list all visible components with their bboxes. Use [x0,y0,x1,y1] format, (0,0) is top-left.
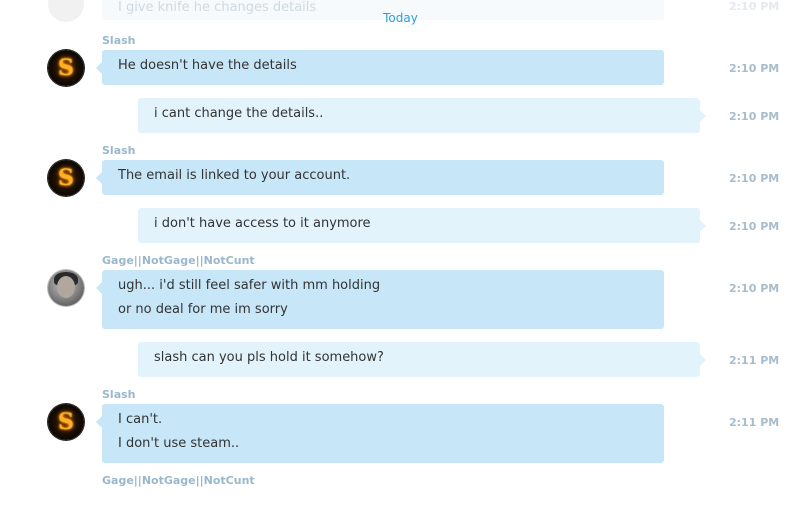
slash-avatar-icon: S [58,55,74,81]
message-line: I don't use steam.. [118,436,240,451]
message-bubble[interactable]: i don't have access to it anymore [138,208,706,243]
message-time: 2:10 PM [729,282,780,295]
message-time: 2:10 PM [729,220,780,233]
sender-name[interactable]: Gage||NotGage||NotCunt [102,474,255,487]
message-time: 2:10 PM [729,110,780,123]
message-time: 2:11 PM [729,416,780,429]
gage-avatar[interactable] [48,270,84,306]
sender-name[interactable]: Gage||NotGage||NotCunt [102,254,255,267]
message-line: i don't have access to it anymore [154,216,371,231]
message-bubble[interactable]: ugh... i'd still feel safer with mm hold… [96,270,664,329]
slash-avatar[interactable]: S [48,160,84,196]
day-divider: Today [383,11,418,25]
slash-avatar-icon: S [58,165,74,191]
message-line: I can't. [118,412,163,427]
message-bubble[interactable]: He doesn't have the details [96,50,664,85]
slash-avatar[interactable]: S [48,404,84,440]
message-line: He doesn't have the details [118,58,297,73]
message-bubble[interactable]: The email is linked to your account. [96,160,664,195]
message-time: 2:10 PM [729,62,780,75]
message-line: or no deal for me im sorry [118,302,288,317]
message-time: 2:11 PM [729,354,780,367]
message-line: slash can you pls hold it somehow? [154,350,384,365]
message-bubble[interactable]: I can't. I don't use steam.. [96,404,664,463]
message-line: ugh... i'd still feel safer with mm hold… [118,278,381,293]
gage-avatar-face [57,276,75,298]
message-line: The email is linked to your account. [118,168,351,183]
sender-name[interactable]: Slash [102,144,136,157]
message-time: 2:10 PM [729,172,780,185]
sender-name[interactable]: Slash [102,388,136,401]
message-line: i cant change the details.. [154,106,324,121]
sender-name[interactable]: Slash [102,34,136,47]
slash-avatar[interactable]: S [48,50,84,86]
message-bubble[interactable]: i cant change the details.. [138,98,706,133]
slash-avatar-icon: S [58,409,74,435]
message-bubble[interactable]: slash can you pls hold it somehow? [138,342,706,377]
